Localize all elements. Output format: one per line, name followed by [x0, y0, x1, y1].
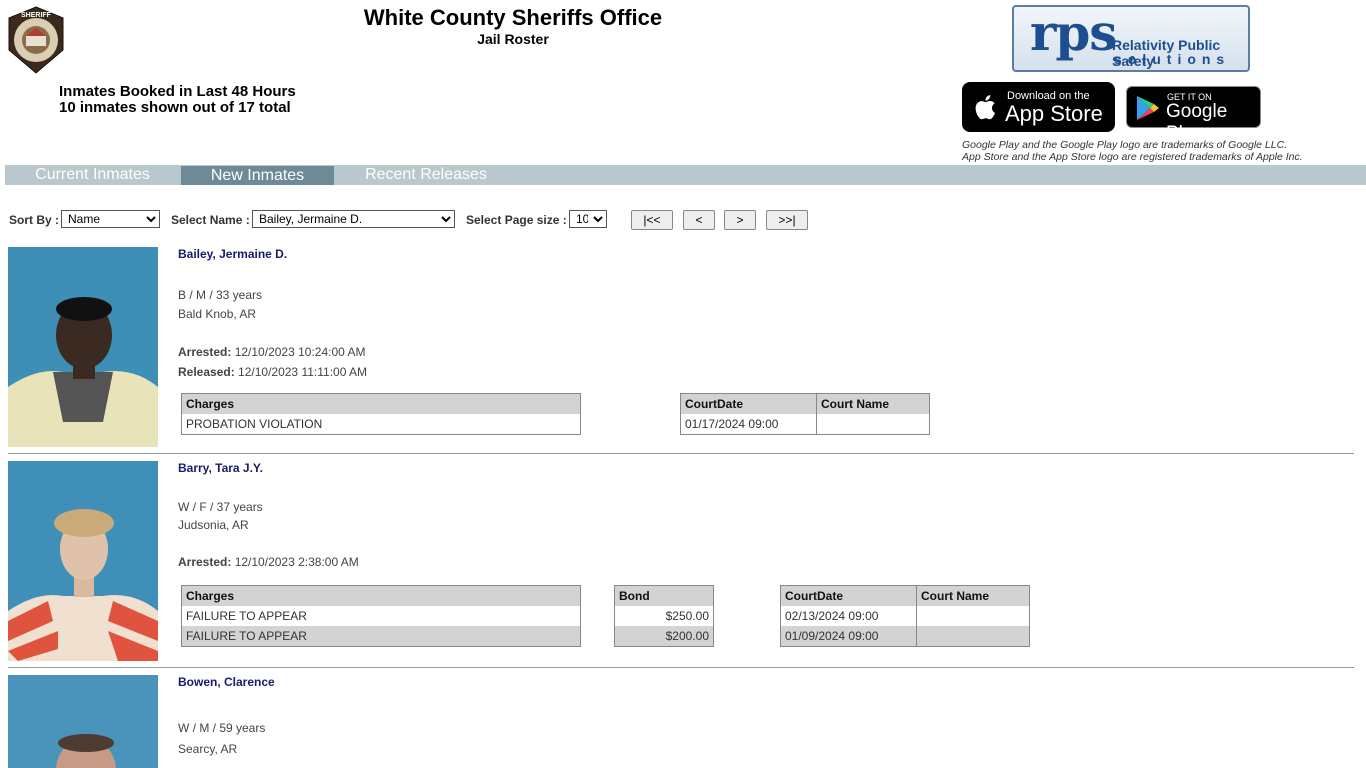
- inmate-name[interactable]: Bowen, Clarence: [178, 675, 275, 689]
- court-name-header: Court Name: [916, 585, 1030, 606]
- count-line: 10 inmates shown out of 17 total: [59, 99, 291, 116]
- charge-cell: PROBATION VIOLATION: [181, 414, 581, 435]
- app-store-badge[interactable]: Download on the App Store: [962, 82, 1115, 132]
- tab-bar: Current Inmates New Inmates Recent Relea…: [5, 165, 1366, 185]
- inmate-city: Searcy, AR: [178, 742, 238, 756]
- court-name-header: Court Name: [816, 393, 930, 414]
- charges-table: Charges PROBATION VIOLATION: [181, 393, 581, 435]
- released-line: Released: 12/10/2023 11:11:00 AM: [178, 365, 367, 379]
- inmate-record: Bailey, Jermaine D. B / M / 33 years Bal…: [8, 247, 1354, 447]
- bond-cell: $200.00: [614, 626, 714, 647]
- tab-new-inmates[interactable]: New Inmates: [181, 166, 334, 185]
- rps-tagline-2: solutions: [1114, 51, 1231, 67]
- bond-table: Bond $250.00 $200.00: [614, 585, 714, 647]
- google-play-badge[interactable]: GET IT ON Google Play: [1126, 86, 1261, 144]
- inmate-record: Barry, Tara J.Y. W / F / 37 years Judson…: [8, 461, 1354, 661]
- charges-header: Charges: [181, 585, 581, 606]
- appstore-large-text: App Store: [1005, 101, 1103, 126]
- inmate-demographics: W / M / 59 years: [178, 721, 266, 735]
- tab-current-inmates[interactable]: Current Inmates: [5, 165, 180, 185]
- sheriff-badge-logo: SHERIFF: [8, 6, 64, 74]
- page-size-select[interactable]: 10: [569, 210, 607, 228]
- charge-cell: FAILURE TO APPEAR: [181, 626, 581, 647]
- trademark-disclaimer: Google Play and the Google Play logo are…: [962, 139, 1303, 163]
- arrested-label: Arrested:: [178, 555, 232, 569]
- sort-by-label: Sort By :: [9, 213, 60, 227]
- bond-header: Bond: [614, 585, 714, 606]
- booked-line: Inmates Booked in Last 48 Hours: [59, 83, 296, 100]
- select-name-label: Select Name :: [171, 213, 250, 227]
- inmate-photo: [8, 461, 158, 661]
- courtdate-header: CourtDate: [780, 585, 917, 606]
- charge-cell: FAILURE TO APPEAR: [181, 606, 581, 626]
- courtdate-cell: 01/09/2024 09:00: [780, 626, 917, 647]
- court-name-cell: [916, 606, 1030, 626]
- inmate-name[interactable]: Barry, Tara J.Y.: [178, 461, 263, 475]
- released-label: Released:: [178, 365, 235, 379]
- record-divider: [8, 667, 1354, 668]
- prev-page-button[interactable]: <: [683, 210, 715, 230]
- court-table: CourtDate Court Name 02/13/2024 09:00 01/…: [780, 585, 1030, 647]
- courtdate-cell: 02/13/2024 09:00: [780, 606, 917, 626]
- inmate-photo: [8, 247, 158, 447]
- page-title: White County Sheriffs Office: [363, 5, 663, 30]
- badge-top-text: SHERIFF: [21, 12, 52, 19]
- inmate-city: Judsonia, AR: [178, 518, 249, 532]
- released-value: 12/10/2023 11:11:00 AM: [238, 365, 368, 379]
- page-header: White County Sheriffs Office Jail Roster: [300, 5, 726, 47]
- disclaimer-apple: App Store and the App Store logo are reg…: [962, 151, 1303, 163]
- first-page-button[interactable]: |<<: [631, 210, 673, 230]
- inmate-demographics: B / M / 33 years: [178, 288, 263, 302]
- rps-logo[interactable]: rps Relativity Public Safety solutions: [1012, 5, 1250, 72]
- charges-table: Charges FAILURE TO APPEAR FAILURE TO APP…: [181, 585, 581, 647]
- arrested-value: 12/10/2023 10:24:00 AM: [234, 345, 366, 359]
- record-divider: [8, 453, 1354, 454]
- apple-icon: [975, 95, 996, 120]
- inmate-city: Bald Knob, AR: [178, 307, 257, 321]
- next-page-button[interactable]: >: [724, 210, 756, 230]
- arrested-line: Arrested: 12/10/2023 10:24:00 AM: [178, 345, 365, 359]
- google-play-icon: [1137, 96, 1159, 120]
- arrested-value: 12/10/2023 2:38:00 AM: [234, 555, 359, 569]
- disclaimer-google: Google Play and the Google Play logo are…: [962, 139, 1288, 151]
- page-subtitle: Jail Roster: [477, 31, 549, 47]
- last-page-button[interactable]: >>|: [766, 210, 808, 230]
- charges-header: Charges: [181, 393, 581, 414]
- page-size-label: Select Page size :: [466, 213, 567, 227]
- court-table: CourtDate Court Name 01/17/2024 09:00: [680, 393, 930, 435]
- arrested-label: Arrested:: [178, 345, 232, 359]
- courtdate-header: CourtDate: [680, 393, 817, 414]
- court-name-cell: [816, 414, 930, 435]
- courtdate-cell: 01/17/2024 09:00: [680, 414, 817, 435]
- bond-cell: $250.00: [614, 606, 714, 626]
- court-name-cell: [916, 626, 1030, 647]
- arrested-line: Arrested: 12/10/2023 2:38:00 AM: [178, 555, 359, 569]
- select-name-dropdown[interactable]: Bailey, Jermaine D.: [252, 210, 455, 228]
- inmate-record: Bowen, Clarence W / M / 59 years Searcy,…: [8, 675, 1354, 768]
- inmate-demographics: W / F / 37 years: [178, 500, 263, 514]
- tab-recent-releases[interactable]: Recent Releases: [335, 165, 517, 185]
- inmate-photo: [8, 675, 158, 768]
- sort-by-select[interactable]: Name: [61, 210, 160, 228]
- inmate-name[interactable]: Bailey, Jermaine D.: [178, 247, 287, 261]
- rps-logo-text: rps: [1030, 5, 1117, 62]
- booking-summary: Inmates Booked in Last 48 Hours 10 inmat…: [59, 84, 296, 116]
